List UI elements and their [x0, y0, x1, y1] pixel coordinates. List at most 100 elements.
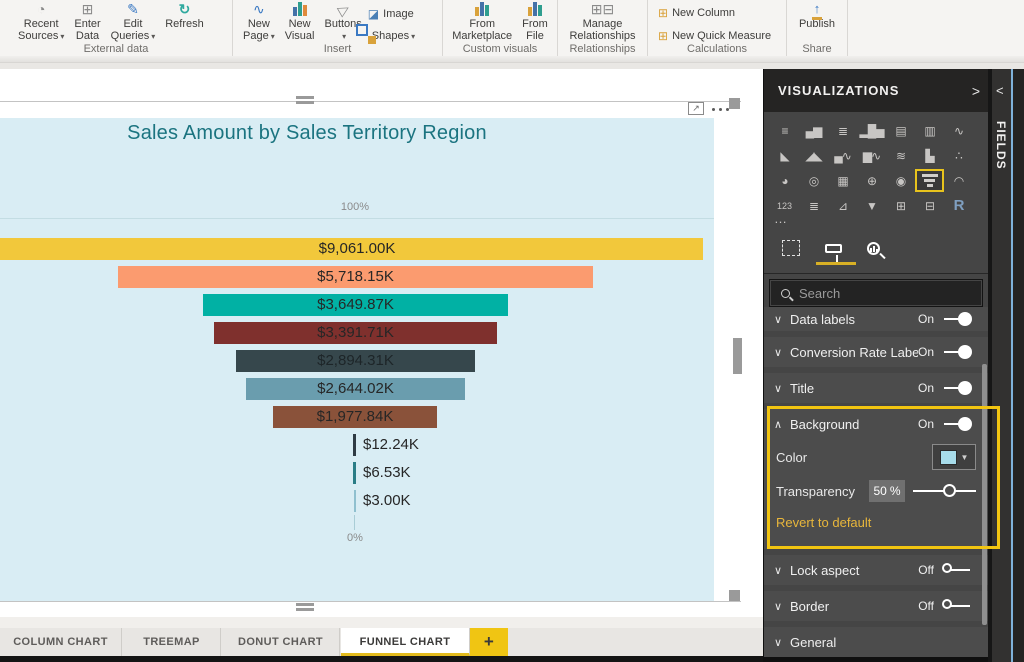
funnel-bar[interactable]: [353, 462, 356, 484]
add-page-button[interactable]: +: [470, 628, 508, 656]
vis-icon-table[interactable]: ⊞: [886, 194, 915, 217]
vis-icon-stacked-column[interactable]: ▄▆: [799, 119, 828, 142]
transparency-input[interactable]: 50 %: [869, 480, 905, 502]
background-toggle[interactable]: [942, 416, 972, 432]
page-tab-strip: COLUMN CHART TREEMAP DONUT CHART FUNNEL …: [0, 628, 763, 656]
focus-mode-icon[interactable]: ↗: [688, 102, 704, 115]
vis-icon-stacked-bar[interactable]: ≡: [770, 119, 799, 142]
visual-drag-handle-top[interactable]: [296, 101, 314, 104]
lock-aspect-toggle[interactable]: [942, 562, 972, 578]
funnel-bar[interactable]: $3,391.71K: [214, 322, 497, 344]
image-button[interactable]: ◪ Image: [368, 4, 415, 24]
funnel-bar[interactable]: $5,718.15K: [118, 266, 593, 288]
section-header[interactable]: ∨ Title On: [764, 373, 988, 403]
visual-drag-handle-bottom[interactable]: [296, 603, 314, 606]
vis-icon-matrix[interactable]: ⊟: [915, 194, 944, 217]
vis-icon-clustered-column[interactable]: ▂█▅: [857, 119, 886, 142]
enter-data-button[interactable]: ⊞ Enter Data: [70, 0, 104, 44]
new-visual-button[interactable]: New Visual: [281, 0, 319, 44]
funnel-bar[interactable]: $2,644.02K: [246, 378, 465, 400]
new-column-icon: ⊞: [658, 6, 668, 20]
chevron-down-icon: ∨: [774, 600, 790, 613]
page-tab-donut-chart[interactable]: DONUT CHART: [222, 628, 340, 656]
edit-queries-button[interactable]: ✎ Edit Queries: [107, 0, 160, 44]
vis-icon-map[interactable]: ⊕: [857, 169, 886, 192]
collapse-pane-icon[interactable]: >: [972, 83, 980, 99]
vis-icon-multi-row-card[interactable]: ≣: [799, 194, 828, 217]
fields-pane-collapsed[interactable]: < FIELDS: [992, 69, 1011, 662]
funnel-bar[interactable]: $3,649.87K: [203, 294, 508, 316]
tab-analytics[interactable]: [858, 235, 888, 261]
recent-sources-button[interactable]: ◔ Recent Sources: [14, 0, 68, 44]
table-icon: ⊞: [82, 0, 94, 18]
vis-icon-donut[interactable]: ◎: [799, 169, 828, 192]
border-toggle[interactable]: [942, 598, 972, 614]
publish-button[interactable]: ↑ Publish: [795, 0, 839, 44]
funnel-bar[interactable]: [353, 434, 356, 456]
vis-icon-kpi[interactable]: ⊿: [828, 194, 857, 217]
refresh-button[interactable]: ↻ Refresh: [161, 0, 208, 44]
from-file-button[interactable]: From File: [518, 0, 552, 44]
transparency-slider[interactable]: [913, 483, 976, 499]
section-header[interactable]: ∨ Data labels On: [764, 307, 988, 331]
visual-resize-handle-right[interactable]: [733, 338, 742, 374]
funnel-bar[interactable]: [354, 490, 356, 512]
buttons-button[interactable]: ▷ Buttons: [320, 0, 365, 44]
more-visuals-icon[interactable]: …: [774, 211, 787, 226]
more-options-icon[interactable]: [712, 108, 729, 111]
new-column-button[interactable]: ⊞ New Column: [658, 3, 786, 23]
vis-icon-area[interactable]: ◣: [770, 144, 799, 167]
vis-icon-line-stacked-column[interactable]: ▄∿: [828, 144, 857, 167]
new-page-button[interactable]: ∿ New Page: [239, 0, 279, 44]
vis-icon-filled-map[interactable]: ◉: [886, 169, 915, 192]
page-tab-funnel-chart[interactable]: FUNNEL CHART: [341, 628, 470, 656]
vis-icon-ribbon[interactable]: ≋: [886, 144, 915, 167]
visual-drag-handle-top[interactable]: [296, 96, 314, 99]
vis-icon-treemap[interactable]: ▦: [828, 169, 857, 192]
section-header[interactable]: ∨ General: [764, 627, 988, 657]
toggle-state: On: [918, 345, 934, 359]
page-tab-column-chart[interactable]: COLUMN CHART: [0, 628, 122, 656]
tab-format[interactable]: [818, 235, 848, 261]
funnel-bar[interactable]: $1,977.84K: [273, 406, 437, 428]
title-toggle[interactable]: [942, 380, 972, 396]
section-header[interactable]: ∨ Border Off: [764, 591, 988, 621]
visual-resize-handle-bottom-right[interactable]: [729, 590, 740, 601]
section-header[interactable]: ∨ Lock aspect Off: [764, 555, 988, 585]
section-header[interactable]: ∧ Background On: [764, 409, 988, 439]
revert-to-default-link[interactable]: Revert to default: [764, 507, 988, 530]
search-input[interactable]: [799, 286, 969, 301]
vis-icon-scatter[interactable]: ∴: [944, 144, 973, 167]
visual-drag-handle-bottom[interactable]: [296, 608, 314, 611]
vis-icon-clustered-bar[interactable]: ≣: [828, 119, 857, 142]
vis-icon-waterfall[interactable]: ▙: [915, 144, 944, 167]
data-labels-toggle[interactable]: [942, 311, 972, 327]
vis-icon-line[interactable]: ∿: [944, 119, 973, 142]
page-tab-treemap[interactable]: TREEMAP: [123, 628, 221, 656]
vis-icon-pie[interactable]: ◕: [770, 169, 799, 192]
conversion-rate-toggle[interactable]: [942, 344, 972, 360]
visual-resize-handle-top-right[interactable]: [729, 98, 740, 109]
section-header[interactable]: ∨ Conversion Rate Label On: [764, 337, 988, 367]
vis-icon-line-clustered-column[interactable]: ▆∿: [857, 144, 886, 167]
visualizations-title: VISUALIZATIONS: [778, 83, 899, 98]
format-search[interactable]: [770, 280, 982, 306]
vis-icon-gauge[interactable]: ◠: [944, 169, 973, 192]
format-pane-scrollbar[interactable]: [982, 364, 987, 625]
vis-icon-stacked-area[interactable]: ◢◣: [799, 144, 828, 167]
vis-icon-slicer[interactable]: ▼: [857, 194, 886, 217]
vis-icon-funnel[interactable]: [915, 169, 944, 192]
right-edge-strip: [1013, 69, 1024, 662]
funnel-bar[interactable]: $2,894.31K: [236, 350, 475, 372]
vis-icon-r-script[interactable]: R: [944, 194, 973, 217]
vis-icon-hundred-stacked-bar[interactable]: ▤: [886, 119, 915, 142]
from-marketplace-button[interactable]: From Marketplace: [448, 0, 516, 44]
vis-icon-hundred-stacked-column[interactable]: ▥: [915, 119, 944, 142]
manage-relationships-button[interactable]: ⊞⊟ Manage Relationships: [565, 0, 639, 44]
get-data-button[interactable]: ▆▅ Get Data: [0, 0, 3, 44]
slider-knob[interactable]: [943, 484, 956, 497]
color-picker-dropdown[interactable]: ▼: [932, 444, 976, 470]
expand-fields-icon[interactable]: <: [996, 83, 1004, 98]
tab-fields[interactable]: [776, 235, 806, 261]
funnel-bar[interactable]: $9,061.00K: [0, 238, 703, 260]
